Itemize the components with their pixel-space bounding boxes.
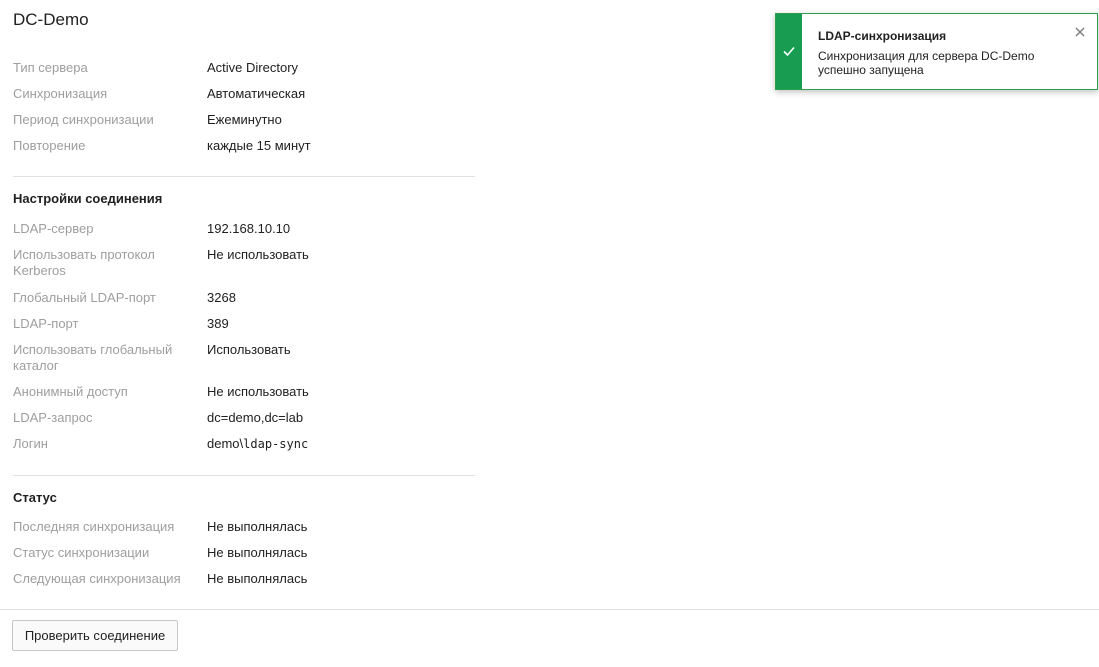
row-value: 3268: [207, 290, 236, 305]
row-value: Автоматическая: [207, 86, 306, 101]
row-value: Не выполнялась: [207, 545, 308, 560]
row-label: Использовать глобальный каталог: [13, 342, 173, 373]
row-label: LDAP-порт: [13, 316, 79, 331]
row-value: demo\ldap-sync: [207, 436, 308, 452]
row-value: dc=demo,dc=lab: [207, 410, 304, 425]
row-label: LDAP-запрос: [13, 410, 93, 425]
row-label: Последняя синхронизация: [13, 519, 175, 534]
row-value: Использовать: [207, 342, 291, 357]
footer-divider: [0, 609, 1099, 610]
row-value: Ежеминутно: [207, 112, 282, 127]
close-icon[interactable]: [1073, 25, 1087, 39]
toast-status-strip: [776, 14, 802, 89]
row-value: Не использовать: [207, 247, 309, 262]
row-value: Не выполнялась: [207, 571, 308, 586]
status-section-title: Статус: [13, 490, 57, 505]
row-value: 389: [207, 316, 229, 331]
check-connection-button[interactable]: Проверить соединение: [12, 620, 178, 651]
check-icon: [783, 46, 795, 57]
connection-section-title: Настройки соединения: [13, 191, 163, 206]
row-label: Глобальный LDAP-порт: [13, 290, 156, 305]
toast-message: Синхронизация для сервера DC-Demo успешн…: [818, 49, 1035, 77]
row-label: Использовать протокол Kerberos: [13, 247, 155, 278]
row-label: Статус синхронизации: [13, 545, 150, 560]
row-value: Active Directory: [207, 60, 299, 75]
row-label: Тип сервера: [13, 60, 88, 75]
row-label: Период синхронизации: [13, 112, 154, 127]
toast-title: LDAP-синхронизация: [818, 29, 947, 43]
row-label: Синхронизация: [13, 86, 108, 101]
row-label: Логин: [13, 436, 48, 451]
row-value: каждые 15 минут: [207, 138, 311, 153]
login-domain: demo\: [207, 436, 244, 451]
login-username: ldap-sync: [243, 437, 309, 451]
row-value: 192.168.10.10: [207, 221, 291, 236]
section-divider: [13, 475, 475, 476]
toast-notification: LDAP-синхронизация Синхронизация для сер…: [775, 13, 1098, 90]
row-value: Не использовать: [207, 384, 309, 399]
row-label: Следующая синхронизация: [13, 571, 181, 586]
row-value: Не выполнялась: [207, 519, 308, 534]
page-title: DC-Demo: [13, 10, 89, 29]
row-label: Повторение: [13, 138, 86, 153]
row-label: Анонимный доступ: [13, 384, 128, 399]
row-label: LDAP-сервер: [13, 221, 94, 236]
section-divider: [13, 176, 475, 177]
